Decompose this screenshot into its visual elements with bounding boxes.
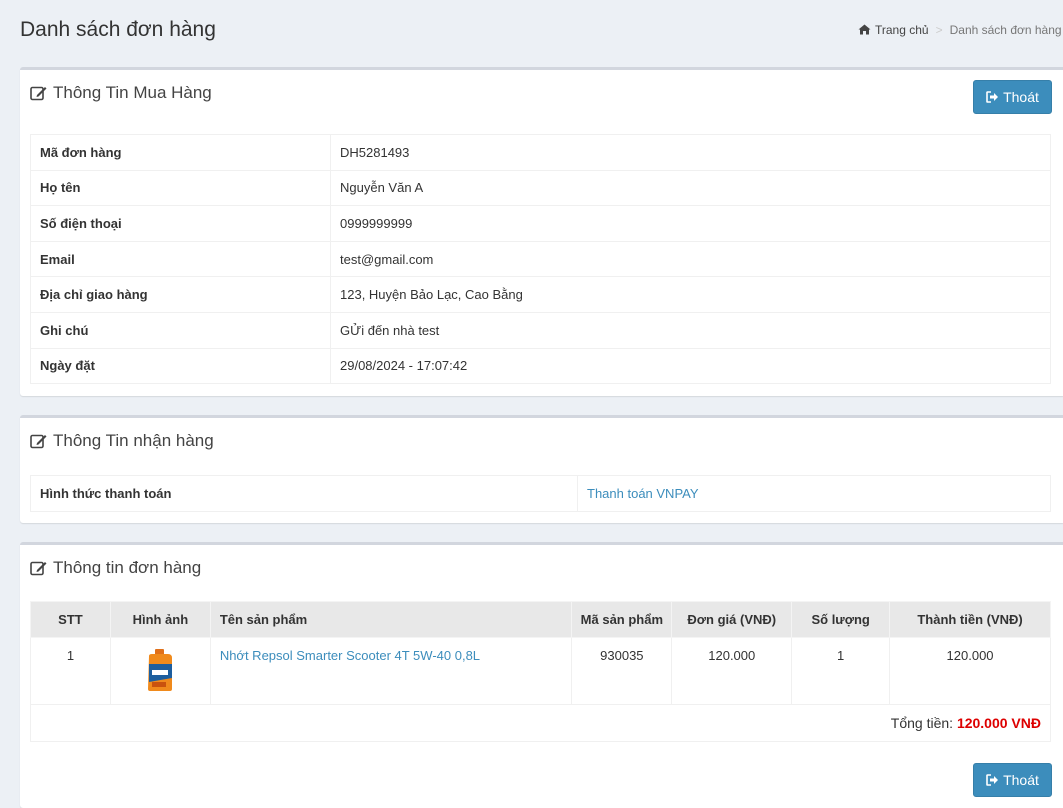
receiver-info-box: Thông Tin nhận hàng Hình thức thanh toán… [20, 415, 1063, 523]
breadcrumb-separator: > [935, 23, 943, 37]
exit-button-bottom[interactable]: Thoát [973, 763, 1052, 797]
col-header-image: Hình ảnh [109, 601, 211, 638]
receiver-info-title-text: Thông Tin nhận hàng [53, 431, 214, 450]
total-label: Tổng tiền: [890, 715, 954, 731]
col-header-stt: STT [30, 601, 111, 638]
product-image[interactable] [145, 648, 175, 695]
info-value: test@gmail.com [330, 240, 1051, 278]
breadcrumb-home[interactable]: Trang chủ [875, 23, 929, 37]
edit-icon [30, 85, 53, 101]
exit-button-top[interactable]: Thoát [973, 80, 1052, 114]
exit-button-label: Thoát [1003, 89, 1039, 105]
page-title: Danh sách đơn hàng [20, 18, 216, 41]
payment-method-label: Hình thức thanh toán [30, 475, 578, 512]
page-header: Danh sách đơn hàng Trang chủ > Danh sách đ… [20, 0, 1063, 62]
info-label: Họ tên [30, 169, 331, 207]
payment-method-link[interactable]: Thanh toán VNPAY [587, 486, 699, 501]
order-table-header: STT Hình ảnh Tên sản phẩm Mã sản phẩm Đơ… [30, 601, 1051, 638]
table-row: Địa chỉ giao hàng 123, Huyện Bảo Lạc, Cao… [30, 276, 1051, 313]
table-row: 1 Nhớt Repsol Smarter Scooter 4T 5W-40 0… [30, 637, 1051, 705]
info-label: Mã đơn hàng [30, 134, 331, 171]
cell-unit-price: 120.000 [671, 637, 793, 705]
buyer-info-box: Thông Tin Mua Hàng Thoát Mã đơn hàng DH52… [20, 67, 1063, 396]
col-header-quantity: Số lượng [791, 601, 891, 638]
table-row: Ghi chú GỬi đến nhà test [30, 311, 1051, 349]
table-row: Mã đơn hàng DH5281493 [30, 134, 1051, 171]
total-row: Tổng tiền: 120.000 VNĐ [30, 704, 1051, 742]
buyer-info-table: Mã đơn hàng DH5281493 Họ tên Nguyễn Văn A Số… [30, 134, 1051, 385]
cell-quantity: 1 [791, 637, 891, 705]
order-info-box: Thông tin đơn hàng STT Hình ảnh Tên sản … [20, 542, 1063, 808]
info-value: 0999999999 [330, 205, 1051, 242]
order-info-title: Thông tin đơn hàng [30, 558, 201, 578]
sign-out-icon [986, 91, 1003, 103]
payment-method-value: Thanh toán VNPAY [577, 475, 1051, 512]
cell-line-total: 120.000 [889, 637, 1051, 705]
table-row: Email test@gmail.com [30, 240, 1051, 278]
home-icon[interactable] [858, 24, 871, 38]
edit-icon [30, 433, 53, 449]
total-amount: 120.000 VNĐ [956, 715, 1041, 731]
table-row: Số điện thoại 0999999999 [30, 205, 1051, 242]
info-label: Ngày đặt [30, 347, 331, 385]
cell-image [109, 637, 211, 705]
cell-product-name: Nhớt Repsol Smarter Scooter 4T 5W-40 0,8… [209, 637, 573, 705]
breadcrumb: Trang chủ > Danh sách đơn hàng [858, 23, 1062, 38]
info-value: 29/08/2024 - 17:07:42 [330, 347, 1051, 385]
info-label: Địa chỉ giao hàng [30, 276, 331, 313]
order-table: STT Hình ảnh Tên sản phẩm Mã sản phẩm Đơ… [30, 601, 1051, 742]
total-cell: Tổng tiền: 120.000 VNĐ [30, 704, 1051, 742]
exit-button-label: Thoát [1003, 772, 1039, 788]
info-label: Số điện thoại [30, 205, 331, 242]
col-header-product-code: Mã sản phẩm [571, 601, 673, 638]
info-value: GỬi đến nhà test [330, 311, 1051, 349]
col-header-line-total: Thành tiền (VNĐ) [889, 601, 1051, 638]
col-header-product-name: Tên sản phẩm [209, 601, 573, 638]
info-value: Nguyễn Văn A [330, 169, 1051, 207]
buyer-info-title-text: Thông Tin Mua Hàng [53, 83, 212, 102]
info-value: 123, Huyện Bảo Lạc, Cao Bằng [330, 276, 1051, 313]
cell-product-code: 930035 [571, 637, 673, 705]
info-label: Email [30, 240, 331, 278]
breadcrumb-current: Danh sách đơn hàng [949, 23, 1062, 37]
receiver-info-table: Hình thức thanh toán Thanh toán VNPAY [30, 475, 1051, 512]
col-header-unit-price: Đơn giá (VNĐ) [671, 601, 793, 638]
table-row: Hình thức thanh toán Thanh toán VNPAY [30, 475, 1051, 512]
order-info-title-text: Thông tin đơn hàng [53, 558, 202, 577]
cell-stt: 1 [30, 637, 111, 705]
edit-icon [30, 560, 53, 576]
product-link[interactable]: Nhớt Repsol Smarter Scooter 4T 5W-40 0,8… [220, 648, 480, 663]
table-row: Ngày đặt 29/08/2024 - 17:07:42 [30, 347, 1051, 385]
receiver-info-title: Thông Tin nhận hàng [30, 431, 214, 451]
sign-out-icon [986, 774, 1003, 786]
table-row: Họ tên Nguyễn Văn A [30, 169, 1051, 207]
buyer-info-title: Thông Tin Mua Hàng [30, 83, 212, 103]
info-label: Ghi chú [30, 311, 331, 349]
info-value: DH5281493 [330, 134, 1051, 171]
